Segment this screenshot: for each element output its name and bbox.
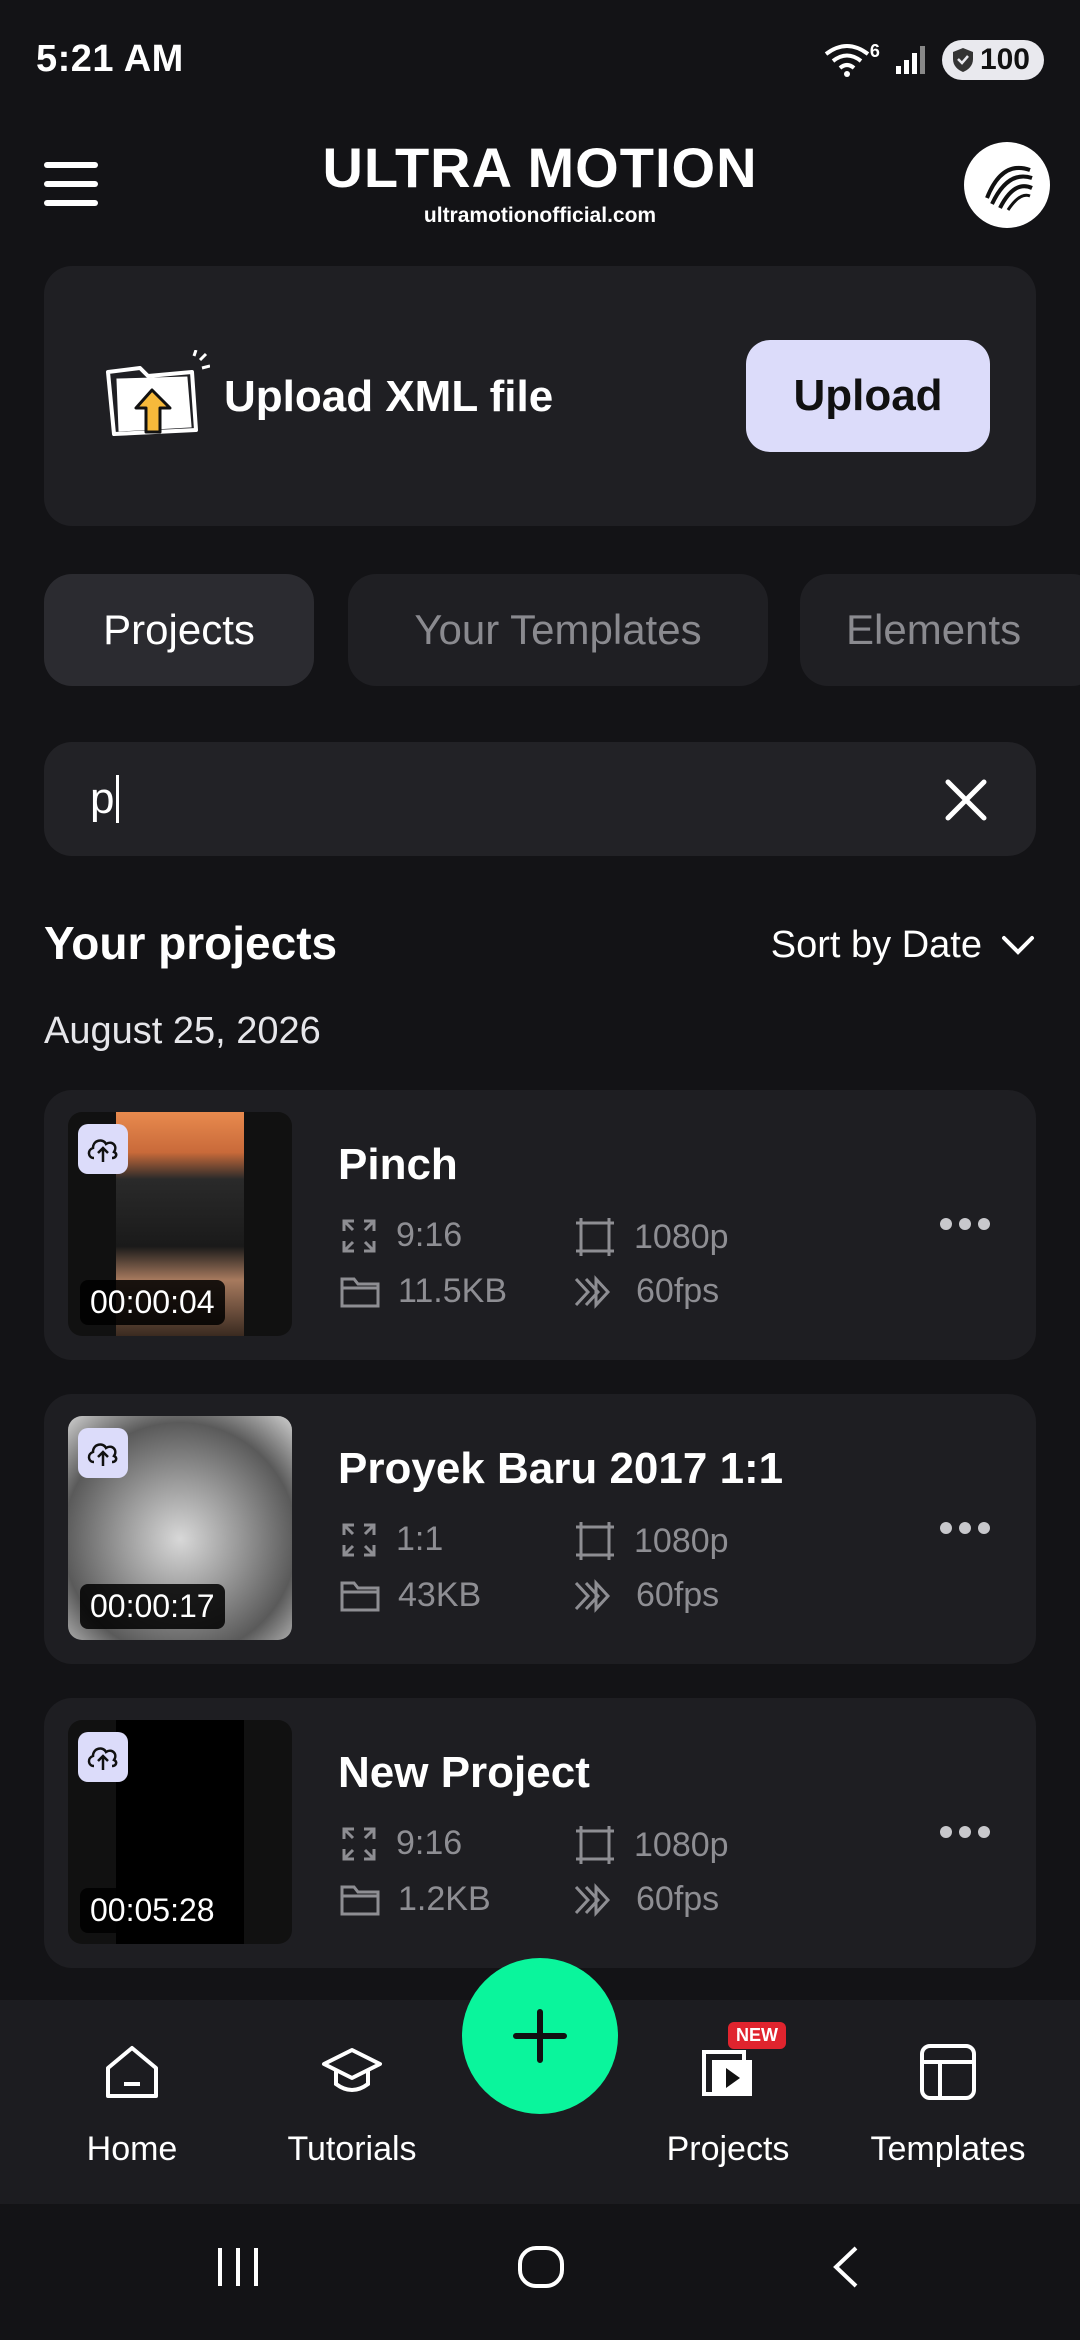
fps-value: 60fps [636, 1272, 720, 1310]
duration-badge: 00:00:17 [80, 1584, 225, 1629]
more-options-icon[interactable] [940, 1522, 990, 1534]
tab-projects[interactable]: Projects [44, 574, 314, 686]
project-title: Proyek Baru 2017 1:1 [338, 1444, 784, 1493]
nav-projects-label: Projects [666, 2130, 790, 2168]
fps-value: 60fps [636, 1576, 720, 1614]
cloud-upload-icon[interactable] [78, 1124, 128, 1174]
cloud-upload-icon[interactable] [78, 1732, 128, 1782]
folder-icon [340, 1581, 380, 1611]
ratio-value: 1:1 [396, 1520, 444, 1558]
size-value: 43KB [398, 1576, 482, 1614]
frame-icon [576, 1522, 614, 1560]
expand-icon [342, 1827, 376, 1860]
plus-icon [513, 2009, 567, 2063]
upload-button[interactable]: Upload [746, 340, 990, 452]
recent-apps-icon[interactable] [214, 2244, 264, 2295]
chevron-down-icon [1002, 935, 1034, 955]
logo-swirl-icon [977, 155, 1037, 215]
meta-size: 1.2KB [340, 1880, 491, 1919]
nav-templates-label: Templates [870, 2130, 1026, 2168]
expand-icon [342, 1523, 376, 1556]
status-time: 5:21 AM [36, 38, 184, 80]
network-badge: 6 [869, 40, 880, 61]
fps-icon [574, 1578, 611, 1613]
nav-home[interactable]: Home [32, 2032, 232, 2169]
nav-tutorials[interactable]: Tutorials [252, 2032, 452, 2169]
meta-size: 11.5KB [340, 1272, 507, 1311]
resolution-value: 1080p [634, 1217, 729, 1256]
folder-upload-icon [100, 349, 211, 445]
meta-fps: 60fps [574, 1576, 719, 1615]
duration-badge: 00:05:28 [80, 1888, 225, 1933]
meta-ratio: 9:16 [340, 1824, 462, 1863]
sort-label: Sort by Date [770, 924, 982, 966]
size-value: 1.2KB [398, 1880, 491, 1918]
fps-value: 60fps [636, 1880, 720, 1918]
more-options-icon[interactable] [940, 1218, 990, 1230]
meta-fps: 60fps [574, 1272, 719, 1311]
more-options-icon[interactable] [940, 1826, 990, 1838]
date-group-label: August 25, 2026 [44, 1010, 321, 1052]
project-title: Pinch [338, 1140, 458, 1189]
nav-projects[interactable]: Projects [628, 2032, 828, 2169]
app-title: ULTRA MOTION [322, 136, 758, 199]
back-icon[interactable] [826, 2244, 866, 2295]
wifi-icon [824, 44, 870, 77]
meta-resolution: 1080p [574, 1824, 729, 1866]
tab-elements[interactable]: Elements [800, 574, 1080, 686]
new-badge: NEW [728, 2022, 786, 2049]
brand: ULTRA MOTION ultramotionofficial.com [0, 140, 1080, 228]
upload-label: Upload XML file [224, 372, 554, 421]
search-value-wrap[interactable]: p [90, 774, 120, 824]
close-icon[interactable] [940, 774, 992, 826]
nav-templates[interactable]: Templates [848, 2032, 1048, 2169]
ratio-value: 9:16 [396, 1216, 463, 1254]
size-value: 11.5KB [398, 1272, 508, 1310]
duration-badge: 00:00:04 [80, 1280, 225, 1325]
home-icon [32, 2032, 232, 2112]
app-subtitle: ultramotionofficial.com [423, 204, 657, 227]
sort-dropdown[interactable]: Sort by Date [771, 924, 1036, 967]
meta-ratio: 1:1 [340, 1520, 443, 1559]
meta-resolution: 1080p [574, 1520, 729, 1562]
status-icons: 6 100 [822, 40, 1044, 80]
frame-icon [576, 1826, 614, 1864]
add-project-button[interactable] [462, 1958, 618, 2114]
text-caret [116, 775, 120, 823]
graduation-cap-icon [252, 2032, 452, 2112]
frame-icon [576, 1218, 614, 1256]
shield-icon [952, 48, 973, 72]
templates-layout-icon [848, 2032, 1048, 2112]
meta-size: 43KB [340, 1576, 481, 1615]
search-value: p [90, 774, 115, 823]
nav-home-label: Home [86, 2130, 178, 2168]
battery-level: 100 [979, 43, 1030, 76]
meta-resolution: 1080p [574, 1216, 729, 1258]
project-title: New Project [338, 1748, 590, 1797]
folder-icon [340, 1885, 380, 1915]
avatar[interactable] [964, 142, 1050, 228]
home-button-icon[interactable] [516, 2244, 566, 2295]
section-title: Your projects [44, 917, 338, 969]
expand-icon [342, 1219, 376, 1252]
nav-tutorials-label: Tutorials [287, 2130, 417, 2168]
cloud-upload-icon[interactable] [78, 1428, 128, 1478]
fps-icon [574, 1274, 611, 1309]
folder-icon [340, 1277, 380, 1307]
ratio-value: 9:16 [396, 1824, 463, 1862]
fps-icon [574, 1882, 611, 1917]
signal-icon [895, 46, 925, 74]
battery-indicator: 100 [941, 40, 1044, 80]
meta-fps: 60fps [574, 1880, 719, 1919]
resolution-value: 1080p [634, 1825, 729, 1864]
meta-ratio: 9:16 [340, 1216, 462, 1255]
search-input[interactable] [44, 742, 1036, 856]
resolution-value: 1080p [634, 1521, 729, 1560]
tab-your-templates[interactable]: Your Templates [348, 574, 768, 686]
